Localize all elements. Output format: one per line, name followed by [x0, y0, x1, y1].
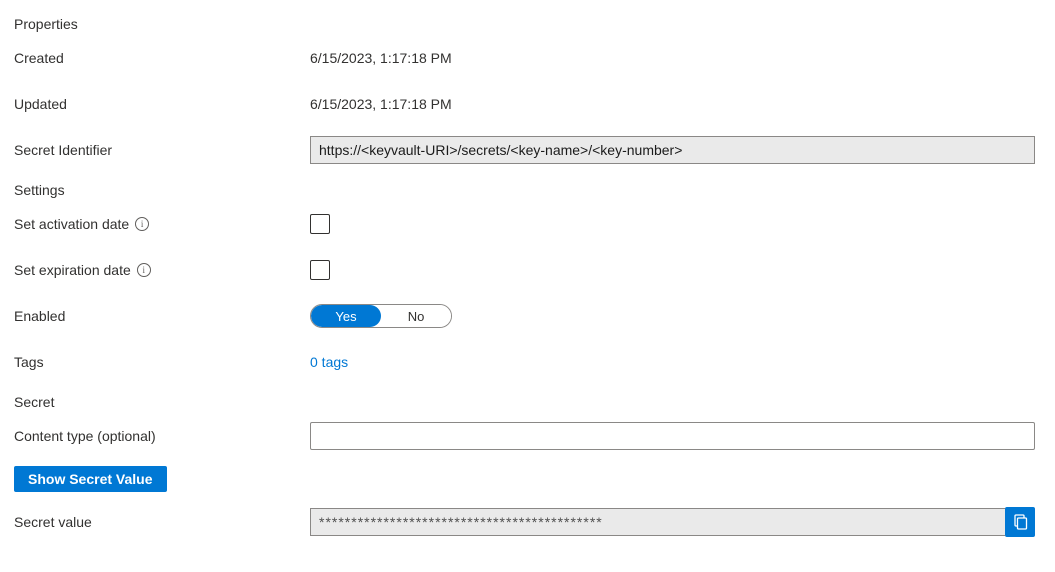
info-icon[interactable]: i: [137, 263, 151, 277]
label-secret-identifier: Secret Identifier: [14, 142, 310, 158]
info-icon[interactable]: i: [135, 217, 149, 231]
section-header-secret: Secret: [14, 394, 1041, 410]
row-secret-value: Secret value ***************************…: [14, 506, 1041, 538]
checkbox-set-activation-date[interactable]: [310, 214, 330, 234]
toggle-enabled[interactable]: Yes No: [310, 304, 452, 328]
section-header-settings: Settings: [14, 182, 1041, 198]
row-tags: Tags 0 tags: [14, 346, 1041, 378]
row-enabled: Enabled Yes No: [14, 300, 1041, 332]
tags-link[interactable]: 0 tags: [310, 354, 348, 370]
label-set-expiration-date: Set expiration date: [14, 262, 131, 278]
label-set-activation-date: Set activation date: [14, 216, 129, 232]
content-type-input[interactable]: [310, 422, 1035, 450]
value-updated: 6/15/2023, 1:17:18 PM: [310, 96, 1041, 112]
row-content-type: Content type (optional): [14, 420, 1041, 452]
row-set-activation-date: Set activation date i: [14, 208, 1041, 240]
toggle-option-no[interactable]: No: [381, 305, 451, 327]
copy-icon: [1012, 514, 1028, 530]
show-secret-value-button[interactable]: Show Secret Value: [14, 466, 167, 492]
label-created: Created: [14, 50, 310, 66]
label-updated: Updated: [14, 96, 310, 112]
row-created: Created 6/15/2023, 1:17:18 PM: [14, 42, 1041, 74]
checkbox-set-expiration-date[interactable]: [310, 260, 330, 280]
row-updated: Updated 6/15/2023, 1:17:18 PM: [14, 88, 1041, 120]
row-secret-identifier: Secret Identifier https://<keyvault-URI>…: [14, 134, 1041, 166]
label-secret-value: Secret value: [14, 514, 310, 530]
secret-identifier-field[interactable]: https://<keyvault-URI>/secrets/<key-name…: [310, 136, 1035, 164]
section-header-properties: Properties: [14, 16, 1041, 32]
copy-secret-button[interactable]: [1005, 507, 1035, 537]
toggle-option-yes[interactable]: Yes: [311, 305, 381, 327]
value-created: 6/15/2023, 1:17:18 PM: [310, 50, 1041, 66]
label-enabled: Enabled: [14, 308, 310, 324]
row-set-expiration-date: Set expiration date i: [14, 254, 1041, 286]
label-content-type: Content type (optional): [14, 428, 310, 444]
label-tags: Tags: [14, 354, 310, 370]
secret-value-field[interactable]: ****************************************…: [310, 508, 1005, 536]
